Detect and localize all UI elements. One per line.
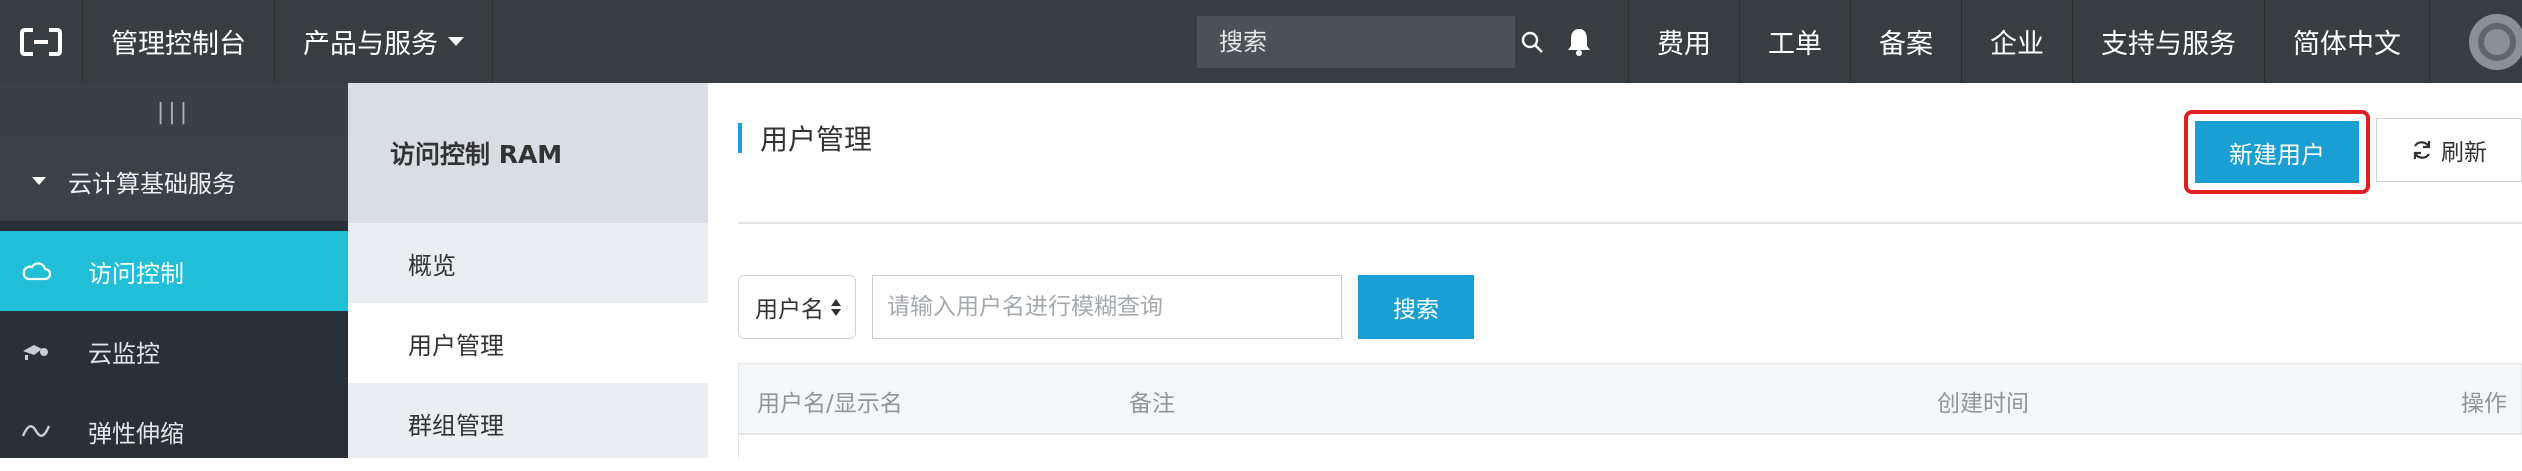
collapse-toggle-label: |||	[156, 99, 192, 125]
nav-enterprise[interactable]: 企业	[1962, 0, 2073, 83]
caret-down-icon	[448, 37, 464, 46]
monitor-eye-icon	[20, 340, 68, 362]
title-accent-bar	[738, 123, 742, 153]
page-title: 用户管理	[760, 123, 873, 156]
caret-down-icon	[32, 177, 46, 185]
sidebar-group-label: 云计算基础服务	[68, 169, 236, 198]
cloud-icon	[20, 260, 68, 282]
sort-arrows-icon	[831, 298, 841, 316]
sidebar-collapse-toggle[interactable]: |||	[0, 83, 348, 141]
filter-field-value: 用户名	[755, 297, 824, 323]
refresh-label: 刷新	[2441, 140, 2487, 166]
table-header-divider	[738, 433, 2522, 435]
column-header-actions: 操作	[2461, 391, 2507, 417]
subnav-item-group-management[interactable]: 群组管理	[348, 383, 708, 463]
nav-language[interactable]: 简体中文	[2265, 0, 2430, 83]
column-header-created-time: 创建时间	[1937, 391, 2029, 417]
sidebar-item-auto-scaling[interactable]: 弹性伸缩	[0, 391, 348, 471]
filter-field-select[interactable]: 用户名	[738, 275, 856, 339]
header-divider	[738, 222, 2522, 224]
refresh-button[interactable]: 刷新	[2376, 118, 2522, 182]
sidebar-item-label: 云监控	[88, 339, 160, 368]
search-button[interactable]: 搜索	[1358, 275, 1474, 339]
column-header-username: 用户名/显示名	[757, 391, 903, 417]
user-filter-bar: 用户名 搜索	[738, 275, 1474, 339]
highlight-outline: 新建用户	[2184, 110, 2370, 194]
sidebar-item-label: 弹性伸缩	[88, 419, 184, 448]
nav-icp-filing-label: 备案	[1879, 29, 1933, 60]
scaling-icon	[20, 420, 68, 442]
subnav-item-label: 群组管理	[408, 411, 504, 440]
ram-subnav: 访问控制 RAM 概览 用户管理 群组管理	[348, 83, 708, 458]
table-left-border	[738, 433, 739, 458]
product-sidebar: ||| 云计算基础服务 访问控制 云监控 弹性伸缩	[0, 83, 348, 458]
nav-language-label: 简体中文	[2293, 29, 2401, 60]
subnav-item-label: 用户管理	[408, 331, 504, 360]
refresh-icon	[2411, 139, 2433, 161]
sidebar-group-cloud-basic-services[interactable]: 云计算基础服务	[0, 141, 348, 221]
page-header: 用户管理	[738, 113, 872, 163]
global-search	[1197, 15, 1543, 68]
column-header-remark: 备注	[1129, 391, 1175, 417]
nav-tickets-label: 工单	[1768, 29, 1822, 60]
subnav-title: 访问控制 RAM	[348, 83, 708, 223]
nav-icp-filing[interactable]: 备案	[1851, 0, 1962, 83]
nav-tickets[interactable]: 工单	[1740, 0, 1851, 83]
new-user-button[interactable]: 新建用户	[2195, 121, 2359, 183]
subnav-item-overview[interactable]: 概览	[348, 223, 708, 303]
sidebar-item-cloud-monitor[interactable]: 云监控	[0, 311, 348, 391]
subnav-item-label: 概览	[408, 251, 456, 280]
subnav-item-user-management[interactable]: 用户管理	[348, 303, 708, 383]
nav-support-label: 支持与服务	[2101, 29, 2236, 60]
top-navigation-bar: 管理控制台 产品与服务 费用 工单 备案 企业 支持与服务 简体中文	[0, 0, 2522, 83]
aliyun-logo-icon[interactable]	[0, 0, 83, 83]
console-home-label: 管理控制台	[111, 29, 246, 60]
user-table-header: 用户名/显示名 备注 创建时间 操作	[738, 363, 2522, 433]
sidebar-item-label: 访问控制	[88, 259, 184, 288]
main-content: 用户管理 新建用户 刷新 用户名 搜索 用户名/显示名 备注 创建时间	[708, 83, 2522, 458]
console-home-link[interactable]: 管理控制台	[83, 0, 275, 83]
products-services-label: 产品与服务	[303, 29, 438, 60]
products-services-menu[interactable]: 产品与服务	[275, 0, 493, 83]
nav-support[interactable]: 支持与服务	[2073, 0, 2265, 83]
bell-icon[interactable]	[1529, 0, 1629, 83]
username-search-input[interactable]	[872, 275, 1342, 339]
nav-billing[interactable]: 费用	[1629, 0, 1740, 83]
nav-billing-label: 费用	[1657, 29, 1711, 60]
nav-enterprise-label: 企业	[1990, 29, 2044, 60]
global-search-input[interactable]	[1197, 15, 1519, 68]
avatar[interactable]	[2430, 0, 2522, 83]
sidebar-item-access-control[interactable]: 访问控制	[0, 231, 348, 311]
